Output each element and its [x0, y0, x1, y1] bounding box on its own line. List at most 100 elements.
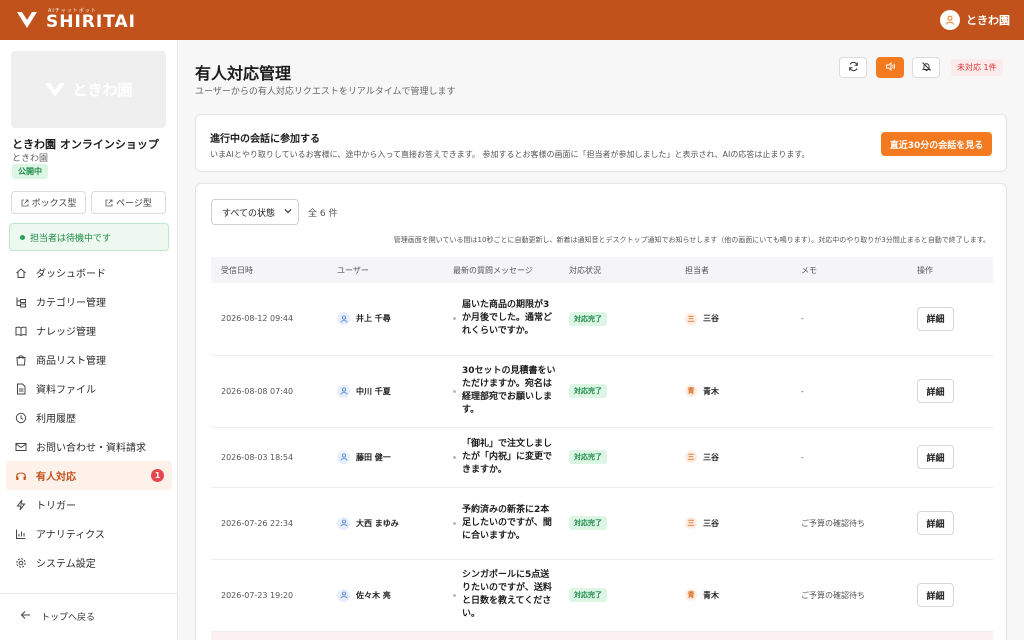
refresh-button[interactable]	[839, 57, 867, 78]
cell-status: 対応完了	[559, 283, 675, 356]
refresh-icon	[848, 61, 859, 75]
user-avatar-icon	[940, 10, 960, 30]
cell-user: 中川 千夏	[327, 355, 443, 428]
category-tree-icon	[15, 296, 27, 308]
join-card-title: 進行中の会話に参加する	[210, 134, 320, 145]
detail-button[interactable]: 詳細	[917, 379, 954, 403]
column-header-memo[interactable]: メモ	[791, 257, 907, 283]
cell-empty	[443, 631, 559, 640]
file-icon	[15, 383, 27, 395]
logo-mark-icon	[14, 9, 40, 31]
sidebar-item-history[interactable]: 利用履歴	[6, 403, 172, 432]
sidebar-item-trigger[interactable]: トリガー	[6, 490, 172, 519]
mail-icon	[15, 441, 27, 453]
shopping-bag-icon	[15, 354, 27, 366]
message-dot-icon	[453, 593, 456, 597]
cell-action: 詳細	[907, 427, 993, 488]
store-logo-text: ときわ園	[72, 81, 133, 99]
cell-datetime: 2026-08-12 09:44	[211, 283, 327, 356]
page-title: 有人対応管理	[195, 64, 292, 83]
sidebar-item-live-support[interactable]: 有人対応 1	[6, 461, 172, 490]
lightning-icon	[15, 499, 27, 511]
support-request-table: 受信日時 ユーザー 最新の質問メッセージ 対応状況 担当者 メモ 操作 2026…	[211, 257, 993, 640]
column-header-user[interactable]: ユーザー	[327, 257, 443, 283]
table-row[interactable]: 2026-08-03 18:54 藤田 健一 「御礼」で注文しましたが「内祝」に…	[211, 427, 993, 488]
view-recent-conversations-button[interactable]: 直近30分の会話を見る	[881, 132, 992, 156]
sidebar-item-dashboard[interactable]: ダッシュボード	[6, 258, 172, 287]
table-row[interactable]: 2026-07-23 19:20 佐々木 亮 シンガポールに5点送りたいのですが…	[211, 559, 993, 632]
cell-memo: ご予算の確認待ち	[791, 487, 907, 560]
cell-status: 対応完了	[559, 355, 675, 428]
status-filter-value: すべての状態	[222, 208, 276, 219]
sidebar-item-category[interactable]: カテゴリー管理	[6, 287, 172, 316]
user-icon	[337, 384, 350, 398]
home-icon	[15, 267, 27, 279]
column-header-status[interactable]: 対応状況	[559, 257, 675, 283]
message-dot-icon	[453, 317, 456, 321]
box-type-button[interactable]: ボックス型	[11, 191, 86, 214]
clock-icon	[15, 412, 27, 424]
bell-off-icon	[921, 61, 932, 75]
cell-staff: 三三谷	[675, 283, 791, 356]
back-to-top-link[interactable]: トップへ戻る	[20, 610, 95, 623]
cell-staff: 三三谷	[675, 487, 791, 560]
brand-logo[interactable]: AIチャットボット SHIRITAI	[14, 9, 136, 31]
live-support-count-badge: 1	[151, 469, 164, 482]
status-badge: 対応完了	[569, 450, 607, 464]
column-header-action[interactable]: 操作	[907, 257, 993, 283]
total-count: 全 6 件	[308, 209, 338, 219]
detail-button[interactable]: 詳細	[917, 511, 954, 535]
detail-button[interactable]: 詳細	[917, 445, 954, 469]
headset-icon	[15, 470, 27, 482]
cell-message: 30セットの見積書をいただけますか。宛名は経理部宛でお願いします。	[443, 355, 559, 428]
table-row[interactable]: 2026-07-26 22:34 大西 まゆみ 予約済みの新茶に2本足したいので…	[211, 487, 993, 560]
cell-datetime: 2026-07-23 19:20	[211, 559, 327, 632]
sidebar-item-knowledge[interactable]: ナレッジ管理	[6, 316, 172, 345]
sidebar-item-files[interactable]: 資料ファイル	[6, 374, 172, 403]
cell-message: シンガポールに5点送りたいのですが、送料と日数を教えてください。	[443, 559, 559, 632]
external-link-icon	[105, 199, 113, 206]
cell-empty	[791, 631, 907, 640]
external-link-icon	[21, 199, 29, 206]
sidebar-item-settings[interactable]: システム設定	[6, 548, 172, 577]
cell-datetime: 2026-07-26 22:34	[211, 487, 327, 560]
notification-toggle-button[interactable]	[912, 57, 940, 78]
status-filter-select[interactable]: すべての状態	[211, 199, 299, 225]
cell-user: 藤田 健一	[327, 427, 443, 488]
brand-subtitle: AIチャットボット	[48, 8, 97, 14]
store-subname: ときわ園	[12, 154, 49, 164]
cell-empty	[675, 631, 791, 640]
auto-refresh-note: 管理画面を開いている間は10秒ごとに自動更新し、新着は通知音とデスクトップ通知で…	[393, 236, 990, 244]
sound-toggle-button[interactable]	[876, 57, 904, 78]
chevron-down-icon	[284, 207, 292, 217]
cell-message: 予約済みの新茶に2本足したいのですが、間に合いますか。	[443, 487, 559, 560]
cell-status: 対応完了	[559, 559, 675, 632]
cell-action: 詳細	[907, 487, 993, 560]
user-menu[interactable]: ときわ園	[940, 10, 1010, 30]
column-header-datetime[interactable]: 受信日時	[211, 257, 327, 283]
arrow-left-icon	[20, 610, 31, 623]
page-type-button[interactable]: ページ型	[91, 191, 166, 214]
table-row[interactable]: 2026-08-12 09:44 井上 千尋 届いた商品の期限が3か月後でした。…	[211, 283, 993, 356]
table-row[interactable]	[211, 631, 993, 640]
table-row[interactable]: 2026-08-08 07:40 中川 千夏 30セットの見積書をいただけますか…	[211, 355, 993, 428]
cell-empty	[559, 631, 675, 640]
staff-status-indicator: 担当者は待機中です	[9, 223, 169, 251]
store-logo-mark-icon	[45, 82, 66, 97]
column-header-staff[interactable]: 担当者	[675, 257, 791, 283]
column-header-message[interactable]: 最新の質問メッセージ	[443, 257, 559, 283]
sidebar-item-analytics[interactable]: アナリティクス	[6, 519, 172, 548]
message-dot-icon	[453, 455, 456, 459]
detail-button[interactable]: 詳細	[917, 306, 954, 331]
brand-name: SHIRITAI	[46, 12, 136, 32]
cell-datetime: 2026-08-03 18:54	[211, 427, 327, 488]
detail-button[interactable]: 詳細	[917, 583, 954, 607]
status-badge: 対応完了	[569, 516, 607, 530]
cell-action: 詳細	[907, 355, 993, 428]
sidebar-item-products[interactable]: 商品リスト管理	[6, 345, 172, 374]
staff-status-text: 担当者は待機中です	[30, 233, 112, 244]
cell-staff: 青青木	[675, 559, 791, 632]
status-dot-icon	[20, 234, 25, 240]
user-icon	[337, 450, 350, 464]
sidebar-item-inquiry[interactable]: お問い合わせ・資料請求	[6, 432, 172, 461]
